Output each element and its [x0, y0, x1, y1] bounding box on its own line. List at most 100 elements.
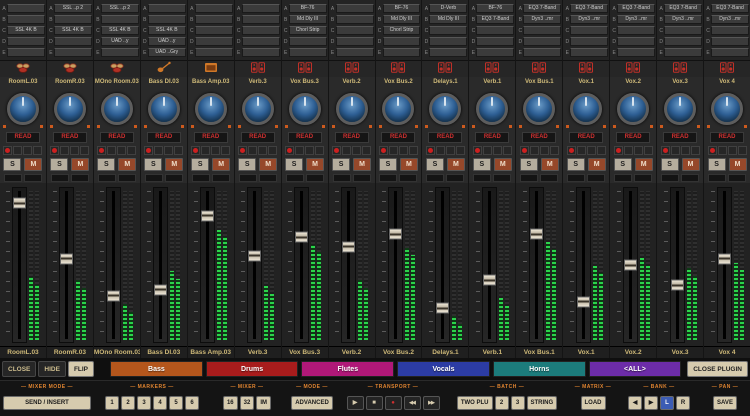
mini-button-3[interactable]: [502, 145, 512, 155]
advanced-button[interactable]: ADVANCED: [291, 396, 333, 410]
insert-slot-b[interactable]: [241, 15, 280, 24]
insert-slot-c[interactable]: [523, 26, 562, 35]
mini-button-3[interactable]: [737, 145, 747, 155]
mute-button[interactable]: M: [634, 157, 653, 171]
fader-cap[interactable]: [248, 250, 262, 262]
left-channel-button[interactable]: L: [660, 396, 674, 410]
right-channel-button[interactable]: R: [676, 396, 690, 410]
solo-button[interactable]: S: [191, 157, 210, 171]
automation-mode-button[interactable]: READ: [428, 132, 463, 143]
solo-button[interactable]: S: [285, 157, 304, 171]
solo-button[interactable]: S: [519, 157, 538, 171]
fader-cap[interactable]: [576, 296, 590, 308]
insert-slot-d[interactable]: [288, 37, 327, 46]
automation-mode-button[interactable]: READ: [5, 132, 40, 143]
record-arm-button[interactable]: [285, 145, 295, 155]
insert-slot-a[interactable]: EQ3 7-Band: [617, 4, 656, 13]
mini-button-2[interactable]: [539, 145, 549, 155]
fader-cap[interactable]: [107, 290, 121, 302]
insert-slot-c[interactable]: [617, 26, 656, 35]
marker-4-button[interactable]: 4: [153, 396, 167, 410]
pan-knob[interactable]: [6, 93, 39, 125]
insert-slot-e[interactable]: [617, 48, 656, 57]
group-button-drums[interactable]: Drums: [205, 361, 299, 377]
insert-slot-e[interactable]: [53, 48, 92, 57]
pan-knob[interactable]: [429, 93, 462, 125]
record-arm-button[interactable]: [3, 145, 13, 155]
insert-slot-c[interactable]: Chorl Strip: [382, 26, 421, 35]
automation-mode-button[interactable]: READ: [616, 132, 651, 143]
insert-slot-a[interactable]: [241, 4, 280, 13]
mute-button[interactable]: M: [165, 157, 184, 171]
pan-knob[interactable]: [382, 93, 415, 125]
automation-mode-button[interactable]: READ: [475, 132, 510, 143]
insert-slot-a[interactable]: [335, 4, 374, 13]
solo-button[interactable]: S: [144, 157, 163, 171]
insert-slot-c[interactable]: SSL 4K B: [7, 26, 45, 35]
volume-fader[interactable]: [716, 187, 732, 343]
insert-slot-e[interactable]: [429, 48, 468, 57]
volume-fader[interactable]: [669, 187, 685, 343]
automation-mode-button[interactable]: READ: [334, 132, 369, 143]
solo-button[interactable]: S: [238, 157, 257, 171]
insert-slot-a[interactable]: [7, 4, 45, 13]
mini-button-1[interactable]: [670, 145, 680, 155]
marker-6-button[interactable]: 6: [185, 396, 199, 410]
group-button-flutes[interactable]: Flutes: [301, 361, 395, 377]
mini-button-1[interactable]: [388, 145, 398, 155]
automation-mode-button[interactable]: READ: [287, 132, 322, 143]
group-button-horns[interactable]: Horns: [492, 361, 586, 377]
insert-slot-d[interactable]: [194, 37, 233, 46]
insert-slot-e[interactable]: [476, 48, 515, 57]
record-arm-button[interactable]: [238, 145, 248, 155]
mute-button[interactable]: M: [118, 157, 137, 171]
mini-button-1[interactable]: [248, 145, 258, 155]
insert-slot-a[interactable]: EQ3 7-Band: [523, 4, 562, 13]
insert-slot-b[interactable]: EQ3 7-Band: [476, 15, 515, 24]
pan-knob[interactable]: [523, 93, 556, 125]
insert-slot-e[interactable]: [523, 48, 562, 57]
mute-button[interactable]: M: [681, 157, 700, 171]
volume-fader[interactable]: [434, 187, 450, 343]
pan-knob[interactable]: [664, 93, 697, 125]
group-button-vocals[interactable]: Vocals: [397, 361, 490, 377]
close-button[interactable]: CLOSE: [2, 361, 37, 377]
mini-button-1[interactable]: [576, 145, 586, 155]
automation-mode-button[interactable]: READ: [710, 132, 745, 143]
mute-button[interactable]: M: [24, 157, 43, 171]
mini-button-2[interactable]: [258, 145, 268, 155]
fader-cap[interactable]: [60, 253, 74, 265]
mini-button-2[interactable]: [305, 145, 315, 155]
insert-slot-a[interactable]: [147, 4, 186, 13]
mixer-16-button[interactable]: 16: [222, 396, 238, 410]
fader-cap[interactable]: [342, 241, 356, 253]
solo-button[interactable]: S: [425, 157, 444, 171]
mini-button-3[interactable]: [408, 145, 418, 155]
rewind-button[interactable]: ◀◀: [403, 396, 421, 410]
mini-button-2[interactable]: [680, 145, 690, 155]
mini-button-1[interactable]: [482, 145, 492, 155]
insert-slot-e[interactable]: [100, 48, 139, 57]
mini-button-2[interactable]: [586, 145, 596, 155]
insert-slot-c[interactable]: [476, 26, 515, 35]
record-arm-button[interactable]: [566, 145, 576, 155]
play-button[interactable]: ▶: [346, 396, 364, 410]
mini-button-2[interactable]: [352, 145, 362, 155]
insert-slot-d[interactable]: [570, 37, 609, 46]
mute-button[interactable]: M: [493, 157, 512, 171]
load-button[interactable]: LOAD: [580, 396, 606, 410]
insert-slot-b[interactable]: Dyn3 ..mr: [570, 15, 609, 24]
volume-fader[interactable]: [247, 187, 263, 343]
close-plugin-button[interactable]: CLOSE PLUGIN: [687, 361, 748, 377]
fader-cap[interactable]: [13, 197, 27, 209]
insert-slot-d[interactable]: [617, 37, 656, 46]
insert-slot-a[interactable]: SSL ..p 2: [53, 4, 92, 13]
insert-slot-c[interactable]: SSL 4K B: [100, 26, 139, 35]
mini-button-3[interactable]: [690, 145, 700, 155]
insert-slot-b[interactable]: Dyn3 ..mr: [617, 15, 656, 24]
mute-button[interactable]: M: [446, 157, 465, 171]
mini-button-1[interactable]: [623, 145, 633, 155]
record-arm-button[interactable]: [472, 145, 482, 155]
automation-mode-button[interactable]: READ: [663, 132, 698, 143]
volume-fader[interactable]: [341, 187, 357, 343]
